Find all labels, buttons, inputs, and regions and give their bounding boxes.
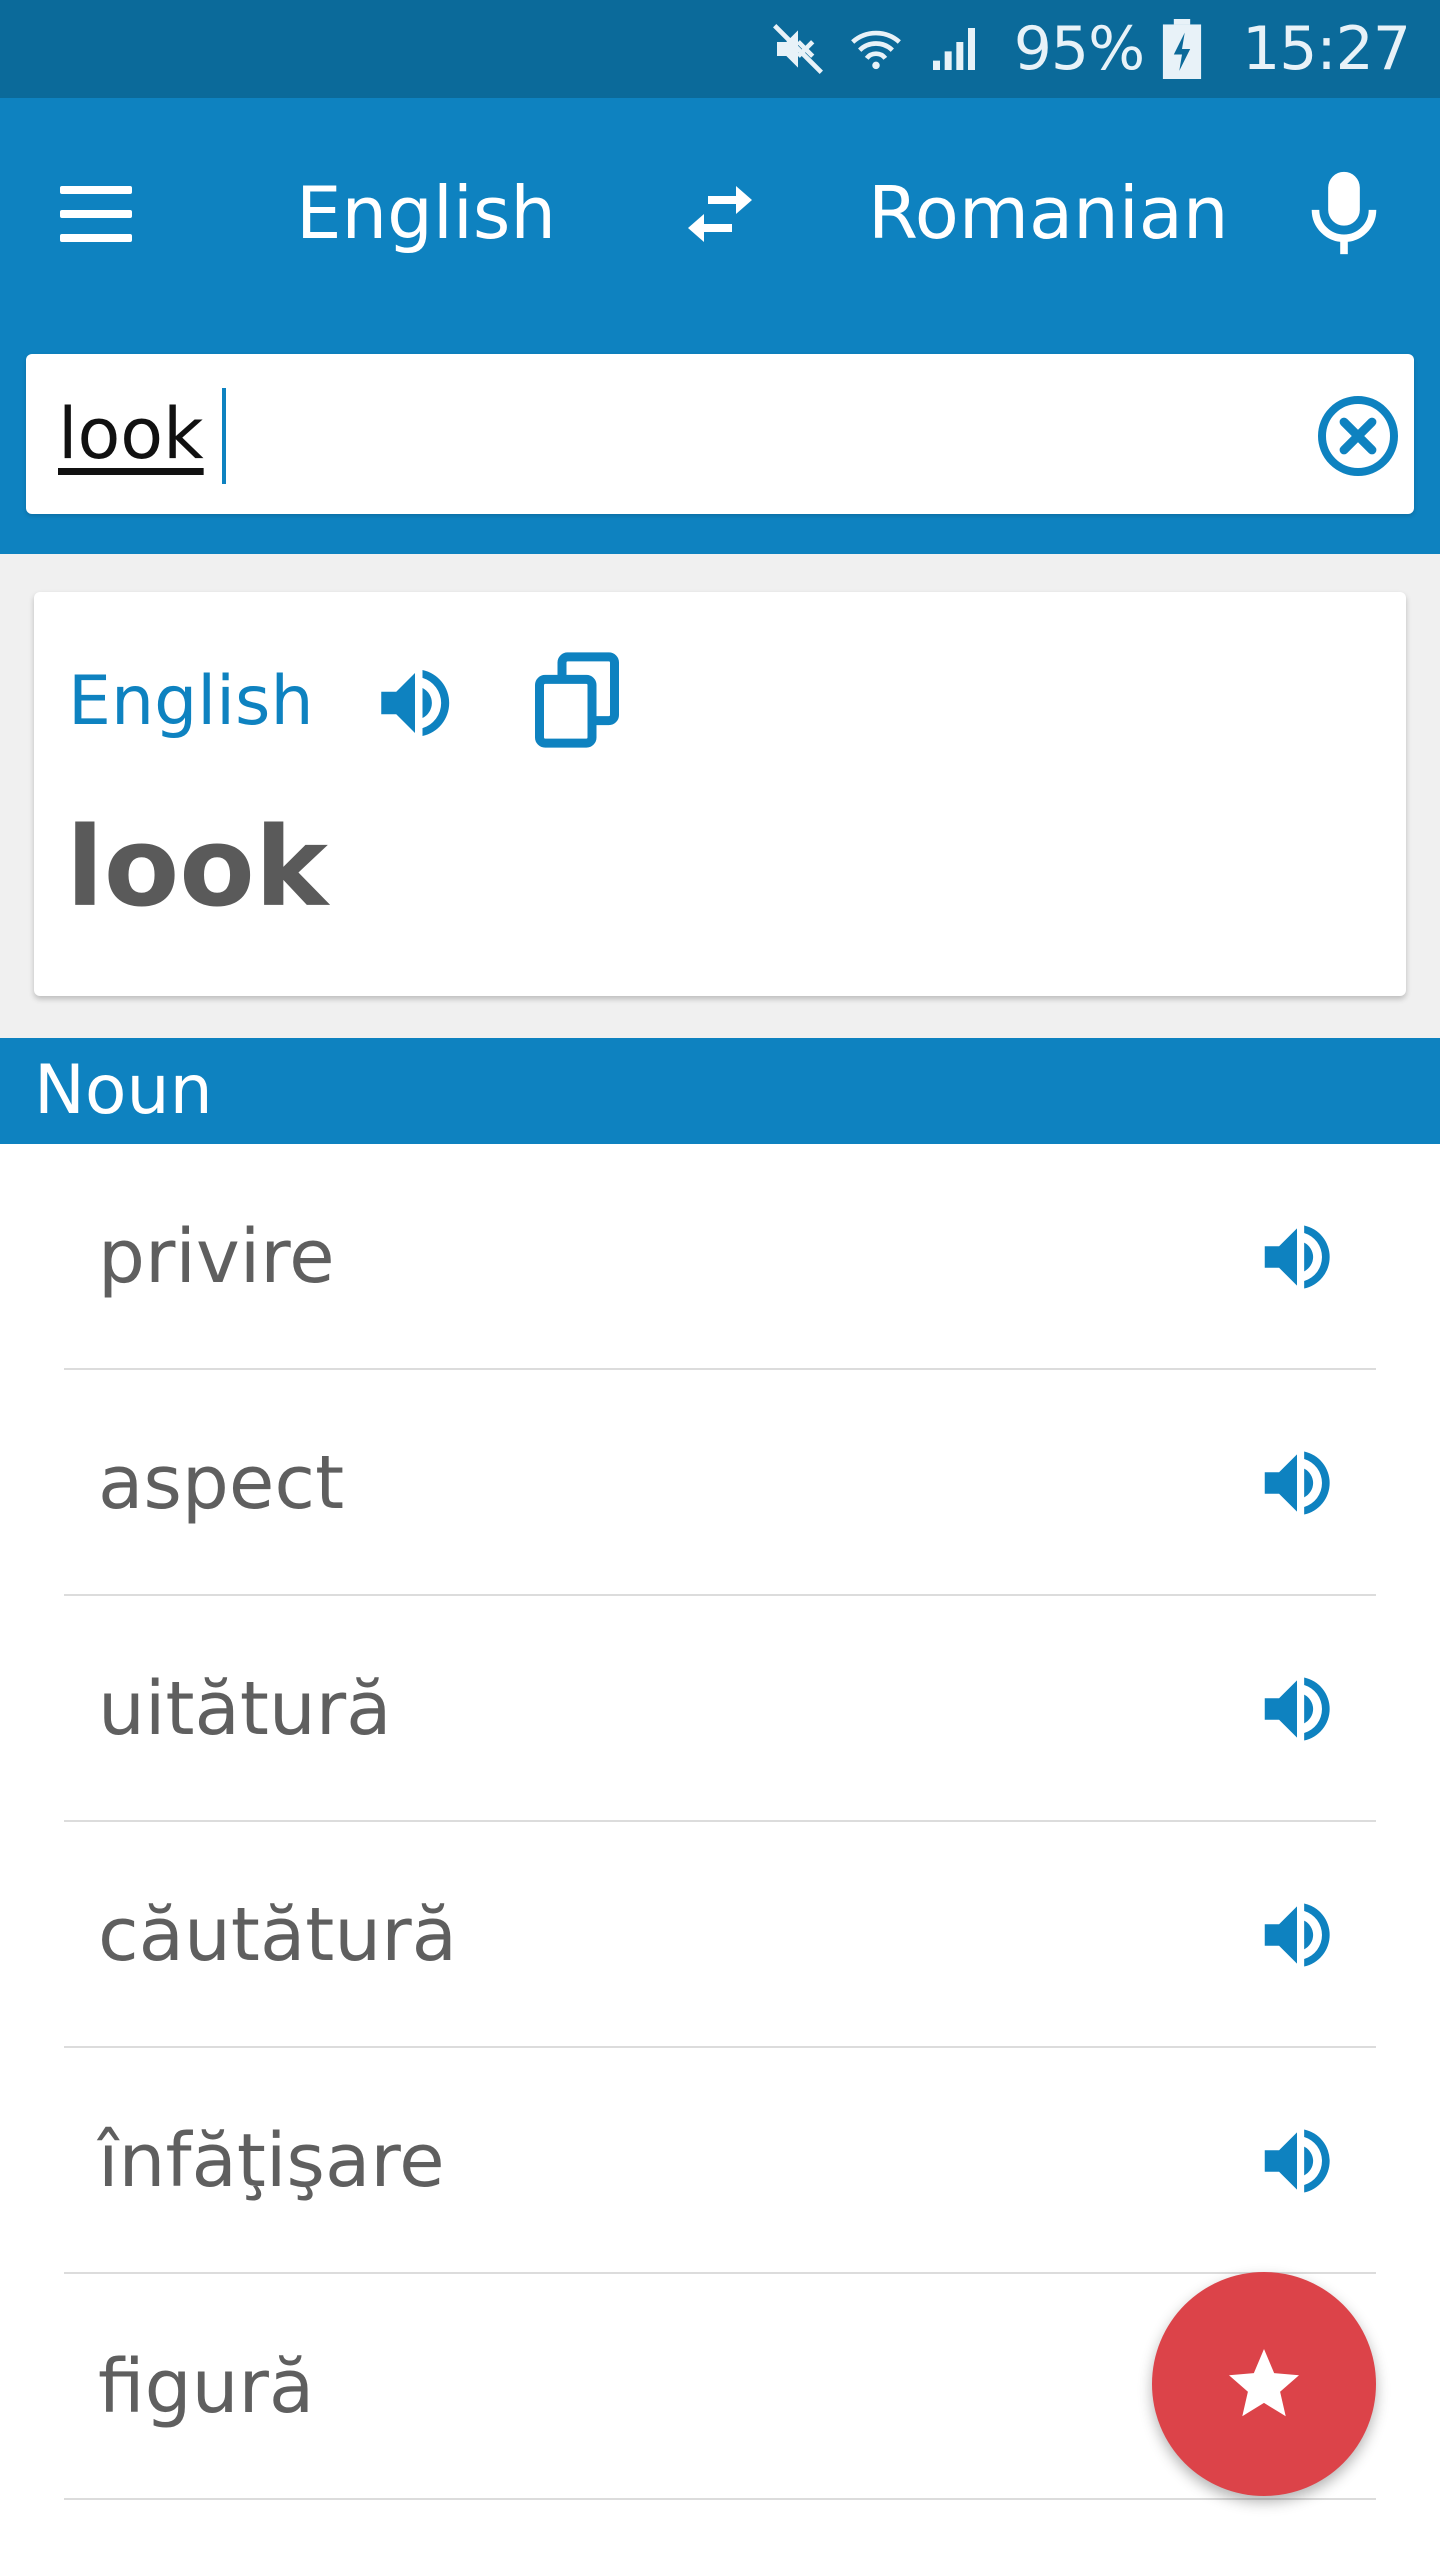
speaker-icon — [1264, 1903, 1330, 1967]
translation-row[interactable]: înfăţişare — [64, 2048, 1376, 2274]
play-translation-audio-button[interactable] — [1254, 1214, 1340, 1300]
battery-percent: 95% — [1013, 14, 1145, 84]
translation-row[interactable]: uitătură — [64, 1596, 1376, 1822]
swap-icon — [688, 186, 752, 242]
favorite-button[interactable] — [1152, 2272, 1376, 2496]
copy-button[interactable] — [532, 650, 622, 750]
play-translation-audio-button[interactable] — [1254, 1892, 1340, 1978]
app-bar: English Romanian — [0, 98, 1440, 554]
text-cursor — [222, 388, 226, 484]
speaker-icon — [1264, 1225, 1330, 1289]
search-input[interactable] — [58, 384, 1258, 484]
status-bar: 95% 15:27 — [0, 0, 1440, 98]
translation-text: căutătură — [98, 1892, 457, 1978]
speaker-icon — [381, 670, 450, 736]
voice-input-button[interactable] — [1306, 168, 1382, 258]
play-source-audio-button[interactable] — [370, 658, 460, 748]
wifi-icon — [846, 19, 906, 79]
swap-languages-button[interactable] — [680, 178, 760, 250]
translation-text: uitătură — [98, 1666, 392, 1752]
signal-icon — [924, 19, 984, 79]
mute-icon — [768, 19, 828, 79]
part-of-speech-header: Noun — [0, 1038, 1440, 1144]
menu-icon — [60, 186, 132, 194]
language-selector-row: English Romanian — [0, 98, 1440, 330]
battery-charging-icon — [1152, 19, 1212, 79]
translation-text: înfăţişare — [98, 2118, 445, 2204]
source-word: look — [66, 803, 329, 931]
source-word-card: English look — [34, 592, 1406, 996]
menu-button[interactable] — [56, 178, 136, 250]
play-translation-audio-button[interactable] — [1254, 1440, 1340, 1526]
play-translation-audio-button[interactable] — [1254, 1666, 1340, 1752]
translation-text: privire — [98, 1214, 335, 1300]
speaker-icon — [1264, 1677, 1330, 1741]
translation-row[interactable]: aspect — [64, 1370, 1376, 1596]
translation-text: aspect — [98, 1440, 345, 1526]
clock: 15:27 — [1242, 14, 1411, 84]
speaker-icon — [1264, 1451, 1330, 1515]
source-language-button[interactable]: English — [296, 168, 556, 258]
card-language-label: English — [68, 662, 314, 741]
clear-icon — [1318, 396, 1398, 476]
clear-search-button[interactable] — [1316, 394, 1400, 478]
translation-row[interactable]: căutătură — [64, 1822, 1376, 2048]
translation-row[interactable]: privire — [64, 1144, 1376, 1370]
target-language-button[interactable]: Romanian — [868, 168, 1229, 258]
translation-text: figură — [98, 2344, 315, 2430]
speaker-icon — [1264, 2129, 1330, 2193]
play-translation-audio-button[interactable] — [1254, 2118, 1340, 2204]
star-icon — [1229, 2349, 1299, 2417]
search-box — [26, 354, 1414, 514]
copy-icon — [535, 652, 619, 748]
microphone-icon — [1311, 171, 1377, 255]
